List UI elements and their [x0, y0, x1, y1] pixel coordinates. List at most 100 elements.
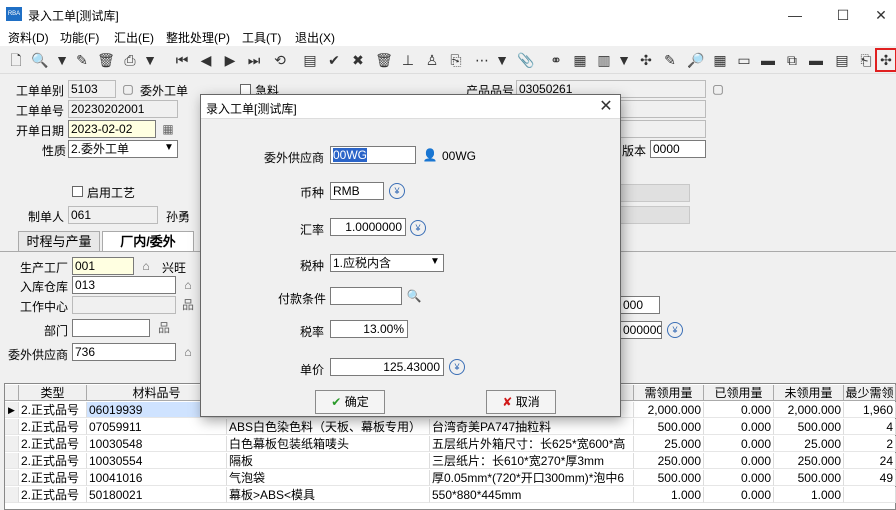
cell-type[interactable]: 2.正式品号: [19, 470, 87, 486]
dropdown-icon[interactable]: ▼: [52, 50, 72, 70]
home-icon[interactable]: ⌂: [138, 258, 154, 274]
behind-field-1[interactable]: 000: [620, 296, 660, 314]
dropdown-icon[interactable]: ▼: [492, 50, 512, 70]
menu-function[interactable]: 功能(F): [60, 29, 99, 46]
cell-name[interactable]: ABS白色染色料（天板、幕板专用）: [227, 419, 430, 435]
dlg-supplier-field[interactable]: 00WG: [330, 146, 416, 164]
cell-material-no[interactable]: 10030548: [87, 436, 227, 452]
grid-icon[interactable]: ▦: [710, 50, 730, 70]
cell-taken[interactable]: 0.000: [704, 436, 774, 452]
maximize-button[interactable]: ☐: [828, 4, 858, 26]
query-icon[interactable]: 🔍: [30, 50, 50, 70]
menu-export[interactable]: 汇出(E): [114, 29, 154, 46]
cell-type[interactable]: 2.正式品号: [19, 436, 87, 452]
org-icon[interactable]: 品: [180, 297, 196, 313]
delete-icon[interactable]: 🗑: [96, 50, 116, 70]
product-name-field[interactable]: [620, 100, 706, 118]
cell-remain[interactable]: 2,000.000: [774, 402, 844, 418]
cell-remain[interactable]: 500.000: [774, 470, 844, 486]
new-icon[interactable]: 🗋: [6, 50, 26, 70]
box-icon[interactable]: ▭: [734, 50, 754, 70]
cell-need[interactable]: 500.000: [634, 419, 704, 435]
nature-select[interactable]: 2.委外工单: [68, 140, 178, 158]
currency-icon[interactable]: ¥: [389, 183, 405, 199]
user-icon[interactable]: 👤: [422, 147, 438, 163]
dlg-rate-field[interactable]: 1.0000000: [330, 218, 406, 236]
cell-need[interactable]: 250.000: [634, 453, 704, 469]
cell-type[interactable]: 2.正式品号: [19, 453, 87, 469]
cell-taken[interactable]: 0.000: [704, 419, 774, 435]
cell-spec[interactable]: 厚0.05mm*(720*开口300mm)*泡中6: [430, 470, 634, 486]
tab-factory-outsource[interactable]: 厂内/委外: [102, 231, 194, 251]
cell-remain[interactable]: 25.000: [774, 436, 844, 452]
cell-material-no[interactable]: 50180021: [87, 487, 227, 503]
cell-need[interactable]: 500.000: [634, 470, 704, 486]
supplier-field[interactable]: 736: [72, 343, 176, 361]
cell-min[interactable]: [844, 487, 896, 503]
save-icon[interactable]: ▤: [300, 50, 320, 70]
grid-header-need[interactable]: 需领用量: [634, 385, 704, 401]
dept-field[interactable]: [72, 319, 150, 337]
menu-batch[interactable]: 整批处理(P): [166, 29, 230, 46]
paste-icon[interactable]: ⎗: [856, 50, 876, 70]
home-icon[interactable]: ⌂: [180, 344, 196, 360]
cell-name[interactable]: 气泡袋: [227, 470, 430, 486]
note-icon[interactable]: ✎: [660, 50, 680, 70]
search-icon[interactable]: 🔍: [406, 288, 422, 304]
cell-min[interactable]: 49: [844, 470, 896, 486]
ok-button[interactable]: ✔ 确定: [315, 390, 385, 414]
report-icon[interactable]: ▥: [594, 50, 614, 70]
warehouse-field[interactable]: 013: [72, 276, 176, 294]
product-lookup-icon[interactable]: ▢: [710, 81, 726, 97]
behind-field-2[interactable]: 000000: [620, 321, 662, 339]
reload-icon[interactable]: ⟲: [270, 50, 290, 70]
row-selector[interactable]: [5, 487, 19, 503]
more-icon[interactable]: ⋯: [472, 50, 492, 70]
cell-need[interactable]: 1.000: [634, 487, 704, 503]
attach-icon[interactable]: 📎: [516, 50, 536, 70]
enable-process-checkbox[interactable]: [72, 186, 83, 197]
plant-field[interactable]: 001: [72, 257, 134, 275]
doc-icon[interactable]: ▤: [832, 50, 852, 70]
date-field[interactable]: 2023-02-02: [68, 120, 156, 138]
currency-icon[interactable]: ¥: [667, 322, 683, 338]
order-no-field[interactable]: 20230202001: [68, 100, 178, 118]
cell-taken[interactable]: 0.000: [704, 470, 774, 486]
cell-name[interactable]: 幕板>ABS<模具: [227, 487, 430, 503]
dlg-price-field[interactable]: 125.43000: [330, 358, 444, 376]
minimize-button[interactable]: —: [780, 4, 810, 26]
cell-type[interactable]: 2.正式品号: [19, 487, 87, 503]
row-selector[interactable]: [5, 419, 19, 435]
row-selector[interactable]: [5, 470, 19, 486]
cell-type[interactable]: 2.正式品号: [19, 402, 87, 418]
cell-min[interactable]: 2: [844, 436, 896, 452]
print-icon[interactable]: ⎙: [120, 50, 140, 70]
close-button[interactable]: ✕: [866, 4, 896, 26]
cell-material-no[interactable]: 10041016: [87, 470, 227, 486]
dlg-payment-field[interactable]: [330, 287, 402, 305]
org-icon[interactable]: 品: [156, 320, 172, 336]
void-icon[interactable]: ⎘: [446, 50, 466, 70]
dropdown-icon[interactable]: ▼: [614, 50, 634, 70]
cell-taken[interactable]: 0.000: [704, 487, 774, 503]
work-center-field[interactable]: [72, 296, 176, 314]
grid-header-type[interactable]: 类型: [19, 385, 87, 401]
cell-need[interactable]: 2,000.000: [634, 402, 704, 418]
row-selector[interactable]: [5, 453, 19, 469]
approve-icon[interactable]: ♙: [422, 50, 442, 70]
cancel-icon[interactable]: ✖: [348, 50, 368, 70]
cell-name[interactable]: 白色幕板包装纸箱唛头: [227, 436, 430, 452]
cell-remain[interactable]: 250.000: [774, 453, 844, 469]
grid-header-min[interactable]: 最少需领: [844, 385, 896, 401]
cell-spec[interactable]: 五层纸片外箱尺寸：长625*宽600*高: [430, 436, 634, 452]
outsource-icon[interactable]: ✣: [875, 48, 896, 72]
cell-min[interactable]: 1,960: [844, 402, 896, 418]
home-icon[interactable]: ⌂: [180, 277, 196, 293]
tab-schedule[interactable]: 时程与产量: [18, 231, 100, 251]
bom-icon[interactable]: ✣: [636, 50, 656, 70]
next-icon[interactable]: ▶: [220, 50, 240, 70]
calc-icon[interactable]: ▦: [570, 50, 590, 70]
cell-name[interactable]: 隔板: [227, 453, 430, 469]
order-type-field[interactable]: 5103: [68, 80, 116, 98]
trash-icon[interactable]: 🗑: [374, 50, 394, 70]
